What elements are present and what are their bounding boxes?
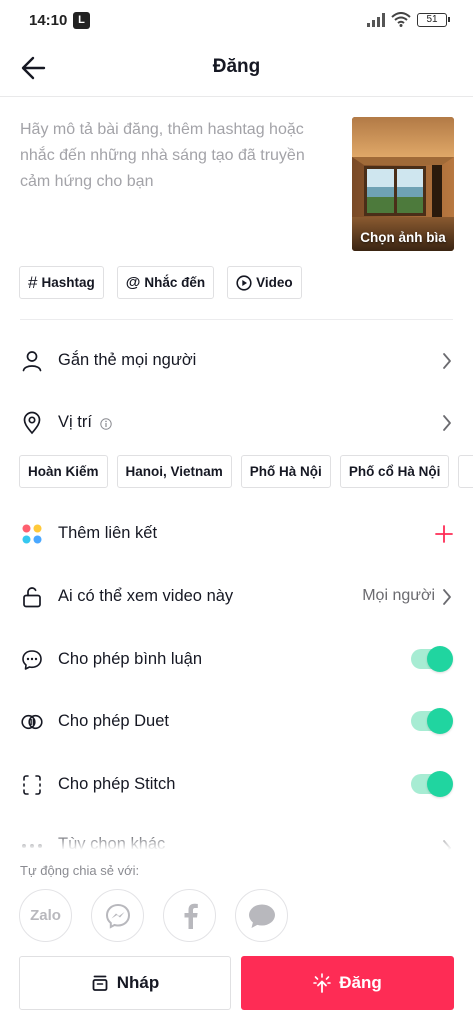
apps-dots-icon bbox=[22, 524, 42, 544]
allow-duet-label: Cho phép Duet bbox=[58, 712, 169, 730]
choose-cover-label: Chọn ảnh bìa bbox=[360, 230, 446, 245]
mention-chip[interactable]: @ Nhắc đến bbox=[116, 266, 215, 299]
location-label: Vị trí bbox=[58, 413, 92, 431]
app-notification-icon: L bbox=[73, 12, 90, 29]
auto-share-label: Tự động chia sẻ với: bbox=[20, 863, 140, 878]
unlock-icon bbox=[23, 587, 41, 608]
allow-duet-toggle[interactable] bbox=[411, 708, 453, 734]
description-placeholder: Hãy mô tả bài đăng, thêm hashtag hoặc nh… bbox=[20, 121, 305, 190]
sparkle-upload-icon bbox=[313, 973, 332, 993]
chevron-right-icon bbox=[443, 589, 451, 605]
play-circle-icon bbox=[236, 274, 252, 291]
allow-stitch-row: Cho phép Stitch bbox=[0, 755, 473, 817]
duet-icon bbox=[21, 714, 43, 730]
allow-stitch-label: Cho phép Stitch bbox=[58, 775, 176, 793]
signal-icon bbox=[367, 12, 385, 27]
at-icon: @ bbox=[125, 274, 141, 291]
hashtag-icon: # bbox=[28, 272, 38, 292]
allow-comments-row: Cho phép bình luận bbox=[0, 630, 473, 692]
wifi-icon bbox=[391, 12, 411, 27]
divider bbox=[20, 319, 453, 320]
messenger-icon bbox=[105, 903, 130, 929]
post-button[interactable]: Đăng bbox=[241, 956, 454, 1010]
battery-icon: 51 bbox=[417, 12, 450, 27]
chat-bubble-icon bbox=[248, 904, 275, 928]
stitch-icon bbox=[23, 775, 41, 795]
video-label: Video bbox=[256, 275, 293, 290]
allow-stitch-toggle[interactable] bbox=[411, 771, 453, 797]
cover-thumbnail[interactable]: Chọn ảnh bìa bbox=[352, 117, 454, 251]
post-label: Đăng bbox=[339, 973, 382, 992]
chevron-right-icon bbox=[443, 415, 451, 431]
privacy-label: Ai có thể xem video này bbox=[58, 587, 234, 605]
draft-button[interactable]: Nháp bbox=[19, 956, 231, 1010]
location-chip[interactable]: Phố cổ Hà Nội bbox=[339, 455, 450, 488]
add-link-row[interactable]: Thêm liên kết bbox=[0, 504, 473, 566]
tag-people-label: Gắn thẻ mọi người bbox=[58, 351, 197, 369]
privacy-row[interactable]: Ai có thể xem video này Mọi người bbox=[0, 567, 473, 629]
bottom-actions: Nháp Đăng bbox=[19, 956, 454, 1010]
location-chip[interactable]: Phố Hà Nội bbox=[240, 455, 331, 488]
header: Đăng bbox=[0, 40, 473, 97]
more-options-row[interactable]: Tùy chọn khác bbox=[0, 832, 473, 852]
location-pin-icon bbox=[23, 411, 41, 435]
share-targets: Zalo bbox=[19, 889, 288, 942]
location-chip[interactable]: Hanoi, Vietnam bbox=[116, 455, 232, 488]
plus-icon[interactable] bbox=[435, 525, 453, 543]
chevron-right-icon bbox=[443, 840, 452, 852]
toggle-knob bbox=[427, 708, 453, 734]
messenger-share-button[interactable] bbox=[91, 889, 144, 942]
hashtag-chip[interactable]: # Hashtag bbox=[19, 266, 104, 299]
description-chips: # Hashtag @ Nhắc đến Video bbox=[19, 266, 302, 299]
facebook-share-button[interactable] bbox=[163, 889, 216, 942]
drafts-icon bbox=[92, 975, 108, 991]
status-indicators: 51 bbox=[367, 12, 450, 27]
allow-comments-label: Cho phép bình luận bbox=[58, 650, 203, 668]
message-share-button[interactable] bbox=[235, 889, 288, 942]
comment-icon bbox=[22, 650, 42, 670]
facebook-icon bbox=[184, 903, 198, 929]
video-chip[interactable]: Video bbox=[227, 266, 302, 299]
tag-people-row[interactable]: Gắn thẻ mọi người bbox=[0, 331, 473, 393]
mention-label: Nhắc đến bbox=[144, 275, 206, 290]
allow-comments-toggle[interactable] bbox=[411, 646, 453, 672]
more-dots-icon bbox=[22, 844, 42, 848]
hashtag-label: Hashtag bbox=[41, 275, 95, 290]
person-icon bbox=[22, 351, 42, 372]
chevron-right-icon bbox=[443, 353, 451, 369]
status-time: 14:10 bbox=[29, 12, 68, 29]
info-icon[interactable] bbox=[100, 418, 112, 430]
status-bar: 14:10 L 51 bbox=[0, 0, 473, 40]
location-chip[interactable]: Hoàn Kiếm bbox=[19, 455, 108, 488]
location-chip-partial[interactable] bbox=[458, 455, 473, 488]
privacy-value: Mọi người bbox=[362, 587, 435, 604]
zalo-share-button[interactable]: Zalo bbox=[19, 889, 72, 942]
description-input[interactable]: Hãy mô tả bài đăng, thêm hashtag hoặc nh… bbox=[20, 117, 338, 257]
draft-label: Nháp bbox=[116, 973, 160, 992]
location-row[interactable]: Vị trí bbox=[0, 393, 473, 455]
zalo-icon: Zalo bbox=[30, 907, 61, 924]
add-link-label: Thêm liên kết bbox=[58, 524, 158, 542]
page-title: Đăng bbox=[212, 56, 261, 77]
toggle-knob bbox=[427, 646, 453, 672]
more-options-label: Tùy chọn khác bbox=[58, 835, 166, 852]
allow-duet-row: Cho phép Duet bbox=[0, 692, 473, 754]
location-suggestions: Hoàn Kiếm Hanoi, Vietnam Phố Hà Nội Phố … bbox=[19, 455, 473, 488]
toggle-knob bbox=[427, 771, 453, 797]
